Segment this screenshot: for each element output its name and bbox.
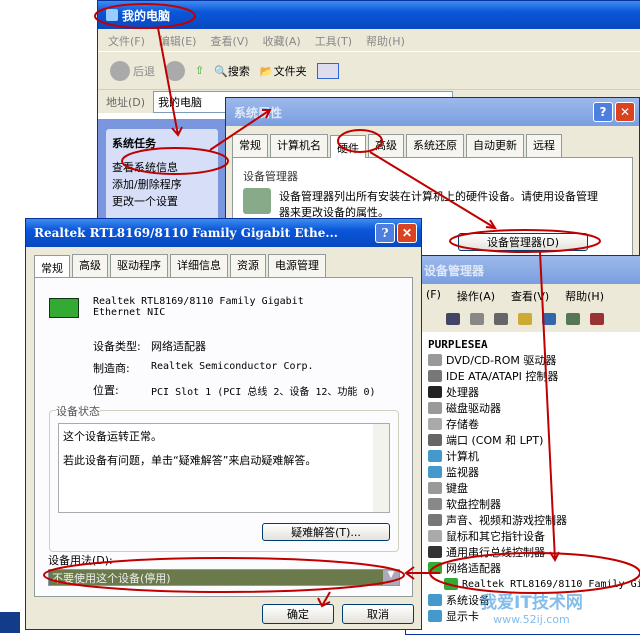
annotation-arrow bbox=[369, 151, 497, 230]
annotation-ellipse bbox=[43, 557, 405, 593]
annotation-ellipse bbox=[337, 129, 383, 153]
annotation-ellipse bbox=[94, 3, 196, 29]
annotation-arrow bbox=[209, 109, 272, 151]
annotation-arrow bbox=[317, 591, 331, 608]
annotation-ellipse bbox=[121, 147, 229, 175]
annotation-ellipse bbox=[429, 552, 640, 594]
annotation-arrow bbox=[157, 27, 183, 137]
annotation-arrow bbox=[404, 566, 440, 580]
annotation-arrow bbox=[539, 251, 560, 563]
annotation-ellipse bbox=[449, 229, 601, 253]
annotation-overlay bbox=[43, 3, 640, 608]
